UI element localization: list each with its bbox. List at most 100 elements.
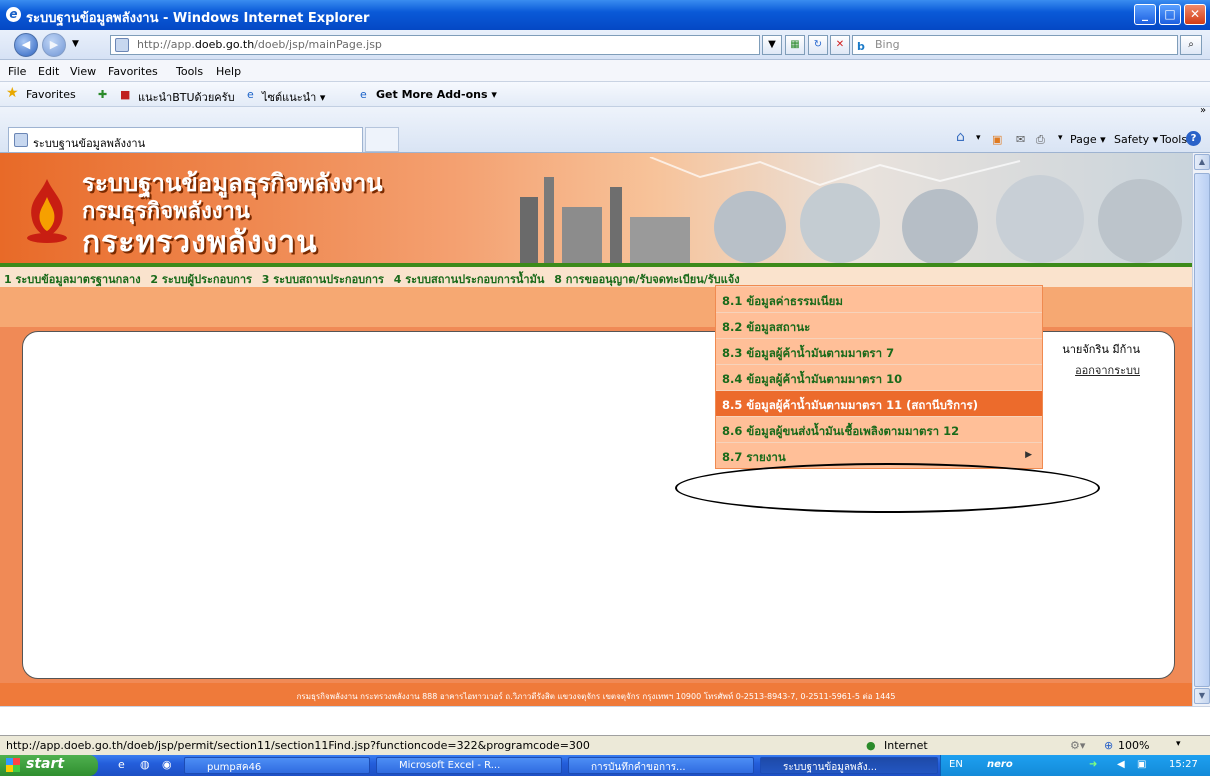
menu-item-8-4[interactable]: 8.4 ข้อมูลผู้ค้าน้ำมันตามมาตรา 10 <box>716 364 1042 390</box>
permit-dropdown-menu: 8.1 ข้อมูลค่าธรรมเนียม 8.2 ข้อมูลสถานะ 8… <box>715 285 1043 469</box>
media-quicklaunch-icon[interactable]: ◉ <box>162 758 172 771</box>
page-footer: กรมธุรกิจพลังงาน กระทรวงพลังงาน 888 อาคา… <box>0 683 1192 706</box>
tab-label: ระบบฐานข้อมูลพลังงาน <box>33 137 146 150</box>
ie-addons-icon: e <box>360 88 367 101</box>
menu-tools[interactable]: Tools <box>176 65 203 78</box>
language-indicator[interactable]: EN <box>949 759 963 770</box>
window-title: ระบบฐานข้อมูลพลังงาน - Windows Internet … <box>26 11 370 26</box>
menu-item-8-5[interactable]: 8.5 ข้อมูลผู้ค้าน้ำมันตามมาตรา 11 (สถานี… <box>716 390 1042 416</box>
windows-taskbar: start e ◍ ◉ pumpสค46 Microsoft Excel - R… <box>0 755 1210 776</box>
menu-item-8-3[interactable]: 8.3 ข้อมูลผู้ค้าน้ำมันตามมาตรา 7 <box>716 338 1042 364</box>
menu-favorites[interactable]: Favorites <box>108 65 158 78</box>
compatibility-view-icon[interactable]: ▦ <box>785 35 805 55</box>
address-input[interactable]: http://app.doeb.go.th/doeb/jsp/mainPage.… <box>110 35 760 55</box>
system-tray: EN nero ➜ ◀ ▣ 15:27 <box>940 755 1210 776</box>
zoom-dropdown-icon[interactable]: ▾ <box>1176 739 1181 749</box>
favorites-button[interactable]: Favorites <box>26 88 76 101</box>
feeds-icon[interactable]: ▣ <box>992 133 1002 146</box>
scroll-up-icon[interactable]: ▲ <box>1194 154 1210 170</box>
help-icon[interactable]: ? <box>1186 131 1201 146</box>
user-info: นายจักริน มีก้าน ออกจากระบบ <box>1062 340 1140 379</box>
nero-search-icon[interactable]: nero <box>987 759 1013 770</box>
status-url: http://app.doeb.go.th/doeb/jsp/permit/se… <box>6 739 590 752</box>
clock: 15:27 <box>1169 759 1198 770</box>
menu-view[interactable]: View <box>70 65 96 78</box>
url-domain: doeb.go.th <box>194 38 255 51</box>
menu-item-8-6[interactable]: 8.6 ข้อมูลผู้ขนส่งน้ำมันเชื้อเพลิงตามมาต… <box>716 416 1042 442</box>
refresh-icon[interactable]: ↻ <box>808 35 828 55</box>
print-icon[interactable]: ⎙ <box>1036 133 1045 147</box>
main-nav: 1 ระบบข้อมูลมาตรฐานกลาง 2 ระบบผู้ประกอบก… <box>0 267 1192 287</box>
home-dropdown-icon[interactable]: ▾ <box>976 133 981 143</box>
zoom-icon: ⊕ <box>1104 739 1114 752</box>
submenu-arrow-icon: ▶ <box>1025 450 1032 460</box>
url-path: /doeb/jsp/mainPage.jsp <box>254 38 382 51</box>
nav-item-1[interactable]: 1 ระบบข้อมูลมาตรฐานกลาง <box>4 273 141 286</box>
ie-link-icon: e <box>247 88 254 101</box>
mail-icon[interactable]: ✉ <box>1016 133 1025 146</box>
address-dropdown-icon[interactable]: ▼ <box>762 35 782 55</box>
search-input[interactable]: b Bing <box>852 35 1178 55</box>
menu-bar: File Edit View Favorites Tools Help <box>0 60 1210 82</box>
tray-arrow-icon[interactable]: ➜ <box>1089 759 1097 770</box>
taskbar-button-excel[interactable]: Microsoft Excel - R... <box>376 757 562 774</box>
nav-item-8[interactable]: 8 การขออนุญาต/รับจดทะเบียน/รับแจ้ง <box>554 273 739 286</box>
logout-link[interactable]: ออกจากระบบ <box>1062 361 1140 379</box>
menu-item-8-2[interactable]: 8.2 ข้อมูลสถานะ <box>716 312 1042 338</box>
tab-current[interactable]: ระบบฐานข้อมูลพลังงาน <box>8 127 363 152</box>
back-button[interactable]: ◀ <box>14 33 38 57</box>
taskbar-button-ie[interactable]: ระบบฐานข้อมูลพลัง... <box>760 757 938 774</box>
annotation-ellipse <box>675 463 1100 513</box>
nav-item-4[interactable]: 4 ระบบสถานประกอบการน้ำมัน <box>394 273 545 286</box>
menu-edit[interactable]: Edit <box>38 65 59 78</box>
start-label: start <box>26 756 65 772</box>
window-title-bar[interactable]: e ระบบฐานข้อมูลพลังงาน - Windows Interne… <box>0 0 1210 30</box>
menu-help[interactable]: Help <box>216 65 241 78</box>
fav-link-btu[interactable]: แนะนำBTUด้วยครับ <box>138 88 235 106</box>
more-commands-icon[interactable]: » <box>1200 105 1206 116</box>
page-favicon-icon <box>115 38 129 52</box>
history-dropdown-icon[interactable]: ▼ <box>72 39 79 49</box>
add-favorite-icon[interactable]: ✚ <box>98 88 107 101</box>
banner-title-ministry: กระทรวงพลังงาน <box>82 225 318 260</box>
start-button[interactable]: start <box>0 755 98 776</box>
forward-button[interactable]: ▶ <box>42 33 66 57</box>
fav-link-suggested[interactable]: ไซต์แนะนำ ▾ <box>262 88 325 106</box>
fav-link-addons[interactable]: Get More Add-ons ▾ <box>376 88 497 101</box>
firefox-quicklaunch-icon[interactable]: ◍ <box>140 758 150 771</box>
home-icon[interactable]: ⌂ <box>956 129 965 145</box>
print-dropdown-icon[interactable]: ▾ <box>1058 133 1063 143</box>
safety-menu[interactable]: Safety ▾ <box>1114 133 1158 146</box>
maximize-button[interactable]: □ <box>1159 4 1181 25</box>
search-button[interactable]: ⌕ <box>1180 35 1202 55</box>
taskbar-button-word[interactable]: การบันทึกคำขอการ... <box>568 757 754 774</box>
nav-item-2[interactable]: 2 ระบบผู้ประกอบการ <box>150 273 252 286</box>
scroll-thumb[interactable] <box>1194 173 1210 687</box>
page-bottom-area <box>0 706 1210 735</box>
vertical-scrollbar[interactable]: ▲ ▼ <box>1192 153 1210 706</box>
windows-logo-icon <box>6 758 20 772</box>
favorites-bar: ★ Favorites ✚ ■ แนะนำBTUด้วยครับ e ไซต์แ… <box>0 82 1210 107</box>
menu-item-8-1[interactable]: 8.1 ข้อมูลค่าธรรมเนียม <box>716 286 1042 312</box>
scroll-down-icon[interactable]: ▼ <box>1194 688 1210 704</box>
ie-logo-icon: e <box>6 7 21 22</box>
nav-item-3[interactable]: 3 ระบบสถานประกอบการ <box>262 273 384 286</box>
page-content: ระบบฐานข้อมูลธุรกิจพลังงาน กรมธุรกิจพลัง… <box>0 153 1192 706</box>
zone-label[interactable]: Internet <box>884 739 928 752</box>
network-icon: ▣ <box>1137 759 1147 770</box>
tray-back-icon[interactable]: ◀ <box>1117 759 1125 770</box>
ie-quicklaunch-icon[interactable]: e <box>118 758 125 771</box>
menu-file[interactable]: File <box>8 65 26 78</box>
taskbar-button-pump[interactable]: pumpสค46 <box>184 757 370 774</box>
close-button[interactable]: ✕ <box>1184 4 1206 25</box>
new-tab-button[interactable] <box>365 127 399 152</box>
refinery-illustration-icon <box>520 157 1182 263</box>
protected-mode-icon[interactable]: ⚙▾ <box>1070 739 1085 752</box>
stop-icon[interactable]: ✕ <box>830 35 850 55</box>
minimize-button[interactable]: _ <box>1134 4 1156 25</box>
tab-bar: ระบบฐานข้อมูลพลังงาน ⌂ ▾ ▣ ✉ ⎙ ▾ Page ▾ … <box>0 105 1210 153</box>
address-toolbar: ◀ ▶ ▼ http://app.doeb.go.th/doeb/jsp/mai… <box>0 30 1210 60</box>
page-menu[interactable]: Page ▾ <box>1070 133 1106 146</box>
user-name: นายจักริน มีก้าน <box>1062 343 1140 356</box>
zoom-level[interactable]: 100% <box>1118 739 1149 752</box>
